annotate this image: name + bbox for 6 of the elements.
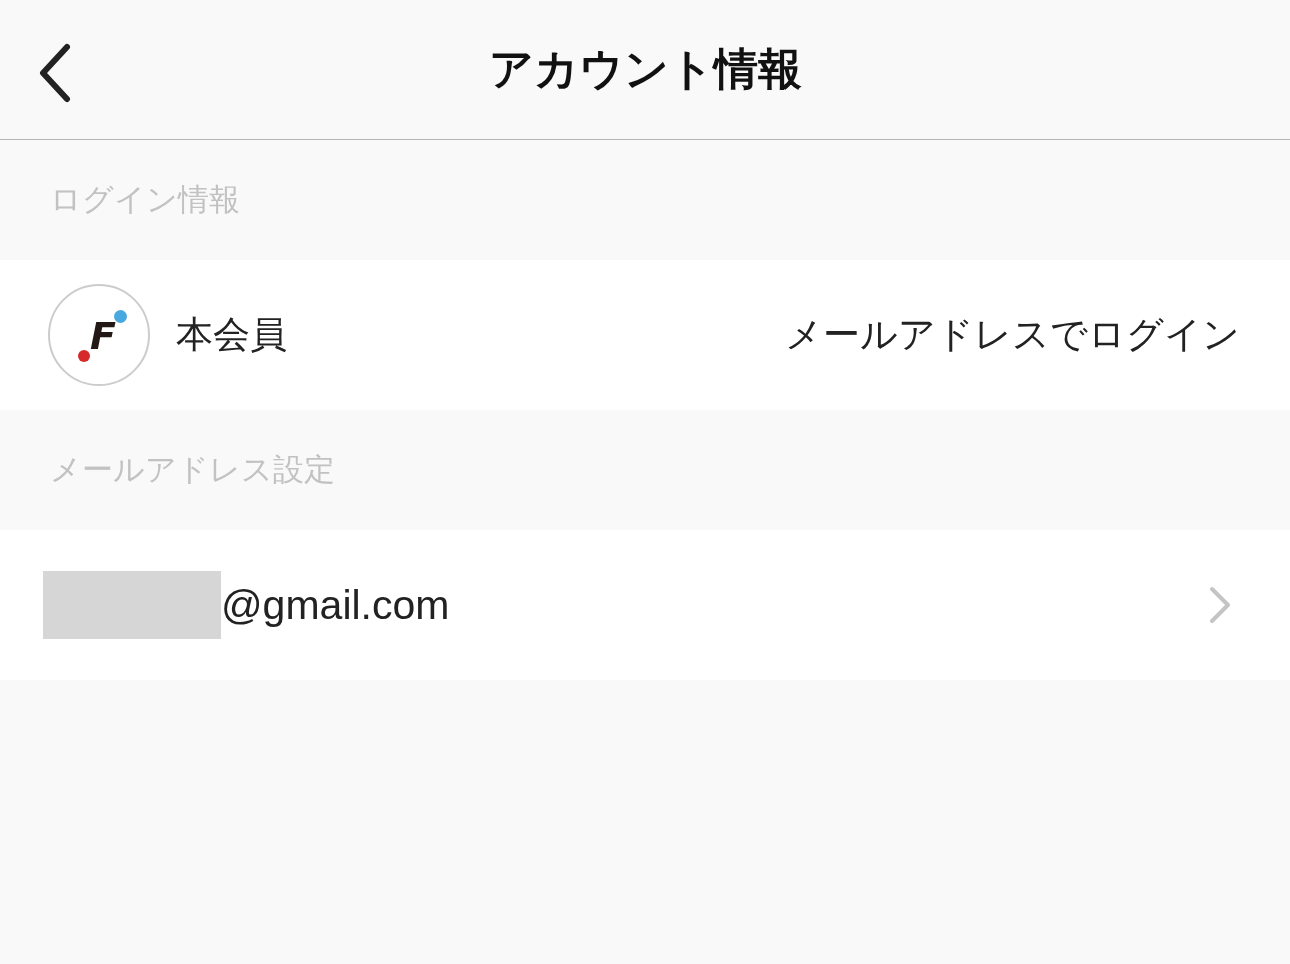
brand-logo: F [48, 284, 150, 386]
member-status: 本会員 [176, 312, 288, 358]
email-row[interactable]: @gmail.com [0, 530, 1290, 680]
chevron-icon [1208, 586, 1232, 624]
screen-title: アカウント情報 [488, 42, 802, 96]
login-method: メールアドレスでログイン [785, 312, 1240, 358]
